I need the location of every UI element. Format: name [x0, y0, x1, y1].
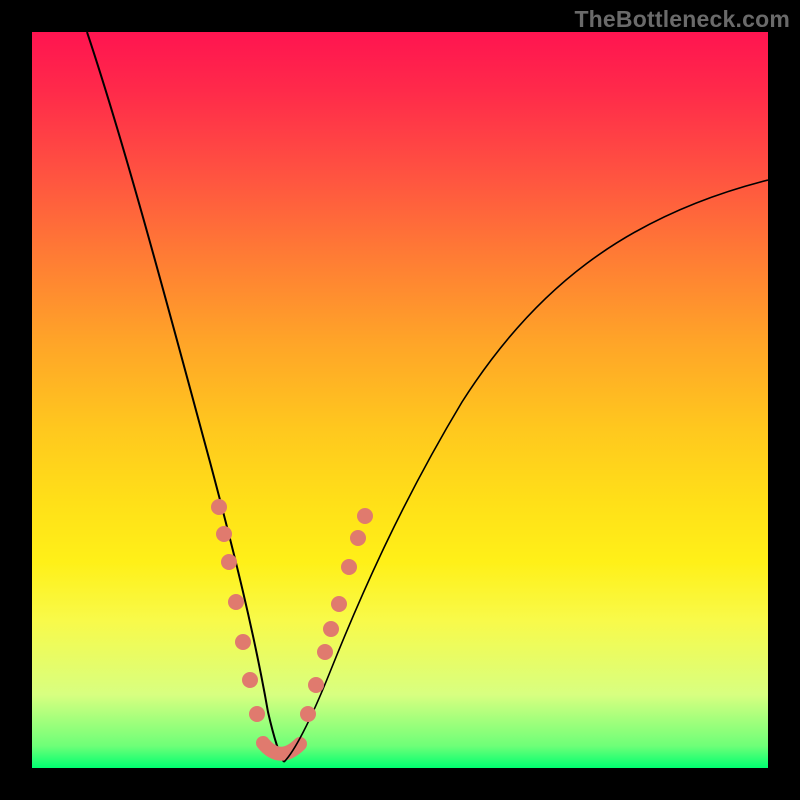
plot-area [32, 32, 768, 768]
marker-dot [211, 499, 227, 515]
marker-dot [308, 677, 324, 693]
watermark-label: TheBottleneck.com [574, 6, 790, 33]
curve-right [284, 180, 768, 762]
marker-dot [235, 634, 251, 650]
marker-dot [331, 596, 347, 612]
marker-dot [221, 554, 237, 570]
marker-dot [242, 672, 258, 688]
marker-dot [228, 594, 244, 610]
chart-frame: TheBottleneck.com [0, 0, 800, 800]
curve-layer [32, 32, 768, 768]
marker-dot [249, 706, 265, 722]
marker-dot [341, 559, 357, 575]
marker-dot [323, 621, 339, 637]
marker-dot [216, 526, 232, 542]
marker-dot [317, 644, 333, 660]
marker-dot [350, 530, 366, 546]
marker-dot [300, 706, 316, 722]
curve-left [87, 32, 284, 762]
marker-dot [357, 508, 373, 524]
